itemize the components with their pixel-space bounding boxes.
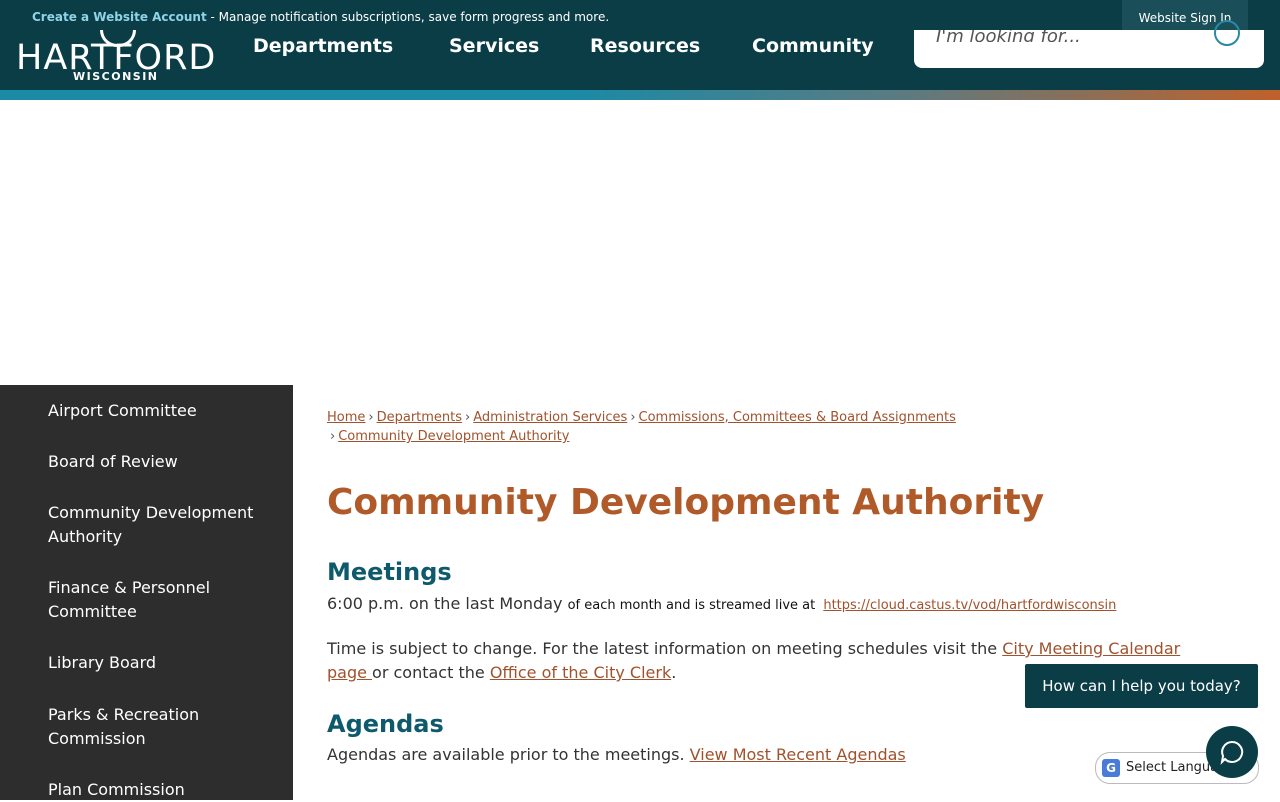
city-clerk-link[interactable]: Office of the City Clerk — [490, 663, 671, 682]
agendas-description: Agendas are available prior to the meeti… — [327, 745, 690, 764]
search-input[interactable] — [936, 30, 1196, 42]
nav-departments[interactable]: Departments — [253, 35, 393, 57]
breadcrumb-departments[interactable]: Departments — [377, 410, 462, 425]
agendas-heading: Agendas — [327, 710, 444, 738]
meetings-time: 6:00 p.m. on the last Monday — [327, 594, 568, 613]
meetings-heading: Meetings — [327, 558, 452, 586]
chat-prompt[interactable]: How can I help you today? — [1025, 664, 1258, 708]
hartford-logo[interactable]: HARTFORD WISCONSIN — [16, 26, 216, 84]
schedule-note: Time is subject to change. For the lates… — [327, 639, 1003, 658]
meetings-stream-text: of each month and is streamed live at — [567, 598, 820, 613]
breadcrumb-current[interactable]: Community Development Authority — [338, 429, 569, 444]
breadcrumb-separator: › — [368, 410, 374, 425]
sidebar-nav: Airport Committee Board of Review Commun… — [0, 385, 293, 800]
sidebar-item-community-development-authority[interactable]: Community Development Authority — [48, 501, 263, 549]
sidebar-item-parks-recreation[interactable]: Parks & Recreation Commission — [48, 703, 263, 751]
nav-community[interactable]: Community — [752, 35, 874, 57]
sidebar-item-airport-committee[interactable]: Airport Committee — [48, 399, 263, 423]
breadcrumb-separator: › — [465, 410, 471, 425]
account-notice-text: - Manage notification subscriptions, sav… — [206, 10, 610, 24]
breadcrumb-separator: › — [630, 410, 636, 425]
breadcrumb-commissions[interactable]: Commissions, Committees & Board Assignme… — [639, 410, 956, 425]
stream-link[interactable]: https://cloud.castus.tv/vod/hartfordwisc… — [823, 598, 1116, 613]
breadcrumb-administration-services[interactable]: Administration Services — [473, 410, 627, 425]
sidebar-item-plan-commission[interactable]: Plan Commission — [48, 778, 263, 802]
sidebar-item-library-board[interactable]: Library Board — [48, 651, 263, 675]
header-accent-stripe — [0, 90, 1280, 100]
meetings-text: 6:00 p.m. on the last Monday of each mon… — [327, 592, 1116, 618]
sidebar-item-board-of-review[interactable]: Board of Review — [48, 450, 263, 474]
breadcrumb-home[interactable]: Home — [327, 410, 365, 425]
sidebar-item-finance-personnel[interactable]: Finance & Personnel Committee — [48, 576, 263, 624]
nav-services[interactable]: Services — [449, 35, 539, 57]
breadcrumb: Home › Departments › Administration Services… — [327, 408, 956, 427]
page-title: Community Development Authority — [327, 482, 1045, 523]
logo-subtitle: WISCONSIN — [73, 70, 159, 83]
nav-resources[interactable]: Resources — [590, 35, 700, 57]
google-translate-icon: G — [1102, 759, 1120, 777]
account-notice: Create a Website Account - Manage notifi… — [32, 10, 609, 24]
breadcrumb-separator: › — [330, 429, 336, 444]
chat-button[interactable] — [1206, 726, 1258, 778]
search-box — [914, 20, 1264, 68]
chat-icon — [1220, 740, 1244, 765]
search-icon[interactable] — [1214, 20, 1240, 46]
contact-text: or contact the — [372, 663, 490, 682]
breadcrumb-line-2: › Community Development Authority — [330, 427, 569, 446]
view-agendas-link[interactable]: View Most Recent Agendas — [690, 745, 906, 764]
agendas-text: Agendas are available prior to the meeti… — [327, 743, 906, 767]
period: . — [671, 663, 677, 682]
create-account-link[interactable]: Create a Website Account — [32, 10, 207, 24]
